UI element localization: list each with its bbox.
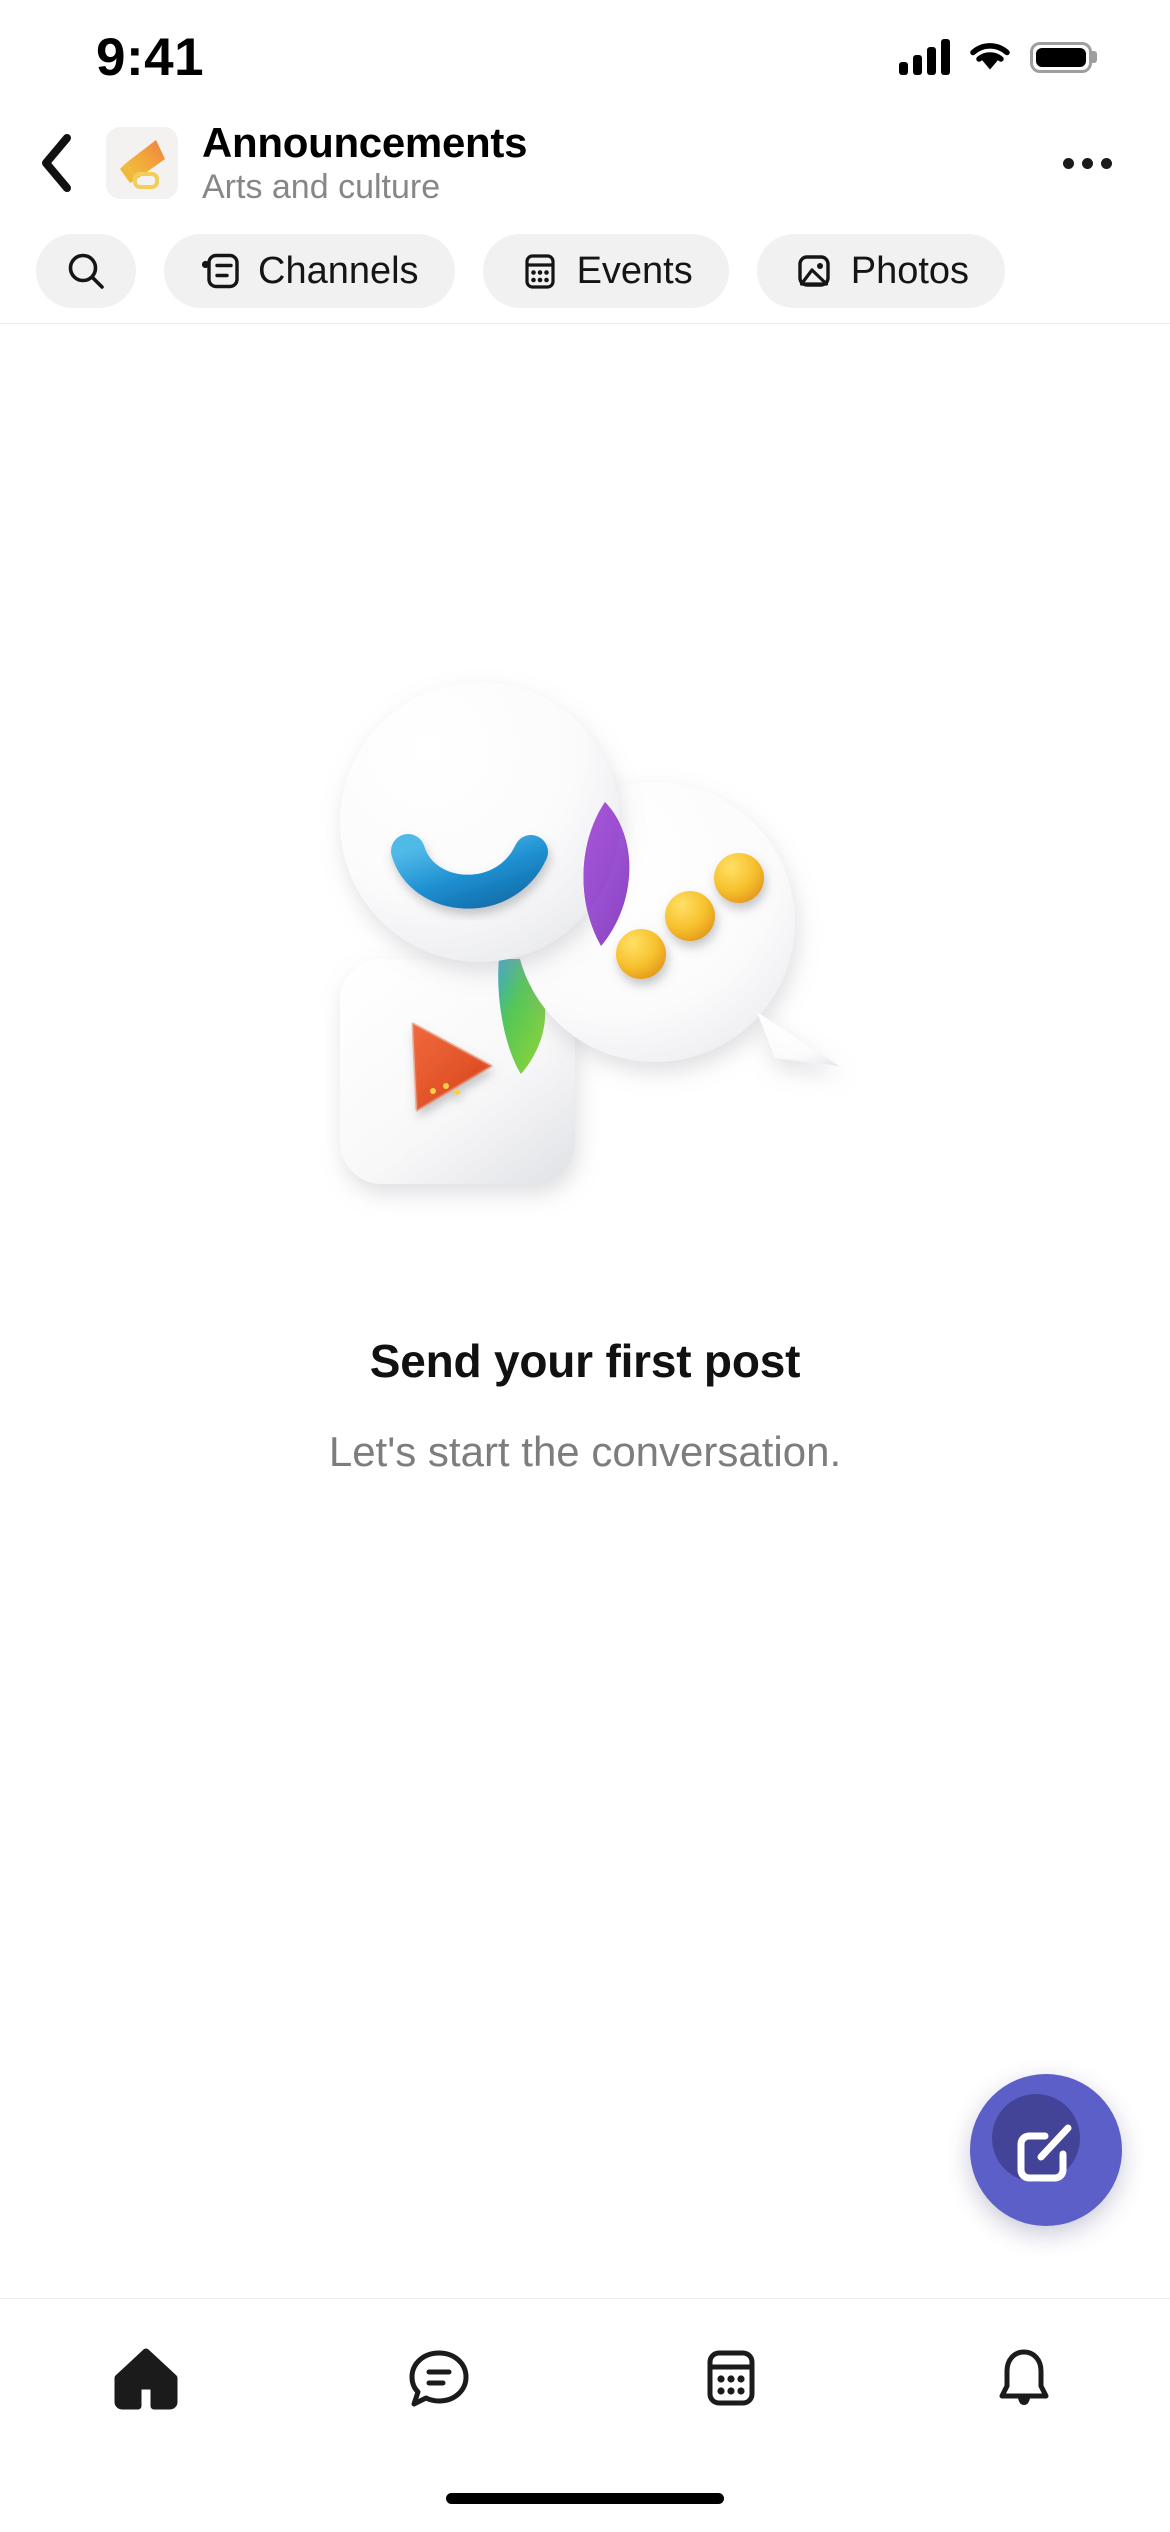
page-title: Announcements <box>202 118 528 166</box>
more-options-icon <box>1100 157 1112 169</box>
tab-events[interactable]: Events <box>482 233 729 308</box>
home-indicator-bar <box>446 2492 724 2504</box>
home-icon <box>114 2348 178 2410</box>
bell-icon <box>999 2349 1049 2405</box>
status-bar: 9:41 <box>0 0 1170 108</box>
megaphone-icon <box>120 140 165 189</box>
tab-photos-label: Photos <box>850 249 970 292</box>
image-icon <box>798 254 830 287</box>
nav-item-notifications[interactable] <box>878 2333 1170 2423</box>
tab-search[interactable] <box>36 233 136 308</box>
page-subtitle: Arts and culture <box>202 168 441 207</box>
battery-full-icon <box>1030 41 1092 73</box>
calendar-icon <box>707 2350 755 2406</box>
tab-channels-label: Channels <box>258 249 419 292</box>
back-button[interactable] <box>18 125 94 201</box>
group-avatar[interactable] <box>106 127 178 199</box>
empty-state-container: Send your first post Let's start the con… <box>0 324 1170 2298</box>
more-options-icon <box>1081 157 1093 169</box>
tab-channels[interactable]: Channels <box>164 233 455 308</box>
calendar-icon <box>524 253 555 289</box>
more-options-button[interactable] <box>1050 126 1124 200</box>
bottom-navigation[interactable] <box>0 2298 1170 2480</box>
tab-pill-row[interactable]: Channels Events Photos <box>0 218 1170 324</box>
status-bar-time: 9:41 <box>96 27 205 87</box>
empty-posts-illustration <box>305 654 865 1254</box>
nav-item-calendar[interactable] <box>585 2333 878 2423</box>
chat-icon <box>409 2350 469 2407</box>
status-bar-icons <box>899 32 1092 77</box>
tab-events-label: Events <box>576 249 693 292</box>
channels-list-icon <box>201 253 239 288</box>
compose-fab-button[interactable] <box>970 2074 1122 2226</box>
empty-state-subtitle: Let's start the conversation. <box>328 1428 842 1475</box>
header-text-block: Announcements Arts and culture <box>202 119 1050 208</box>
app-header: Announcements Arts and culture <box>0 108 1170 218</box>
tab-photos[interactable]: Photos <box>756 233 1006 308</box>
search-icon <box>68 253 104 289</box>
cellular-signal-icon <box>899 39 950 75</box>
phone-screen: 9:41 Announcements Arts and culture Chan… <box>0 0 1170 2532</box>
chevron-left-icon <box>42 134 71 192</box>
empty-state-title: Send your first post <box>369 1335 801 1387</box>
nav-item-chat[interactable] <box>293 2333 586 2423</box>
wifi-icon <box>968 38 1012 77</box>
nav-item-home[interactable] <box>0 2333 293 2423</box>
home-indicator <box>0 2480 1170 2532</box>
more-options-icon <box>1062 157 1074 169</box>
compose-icon <box>1017 2124 1072 2182</box>
